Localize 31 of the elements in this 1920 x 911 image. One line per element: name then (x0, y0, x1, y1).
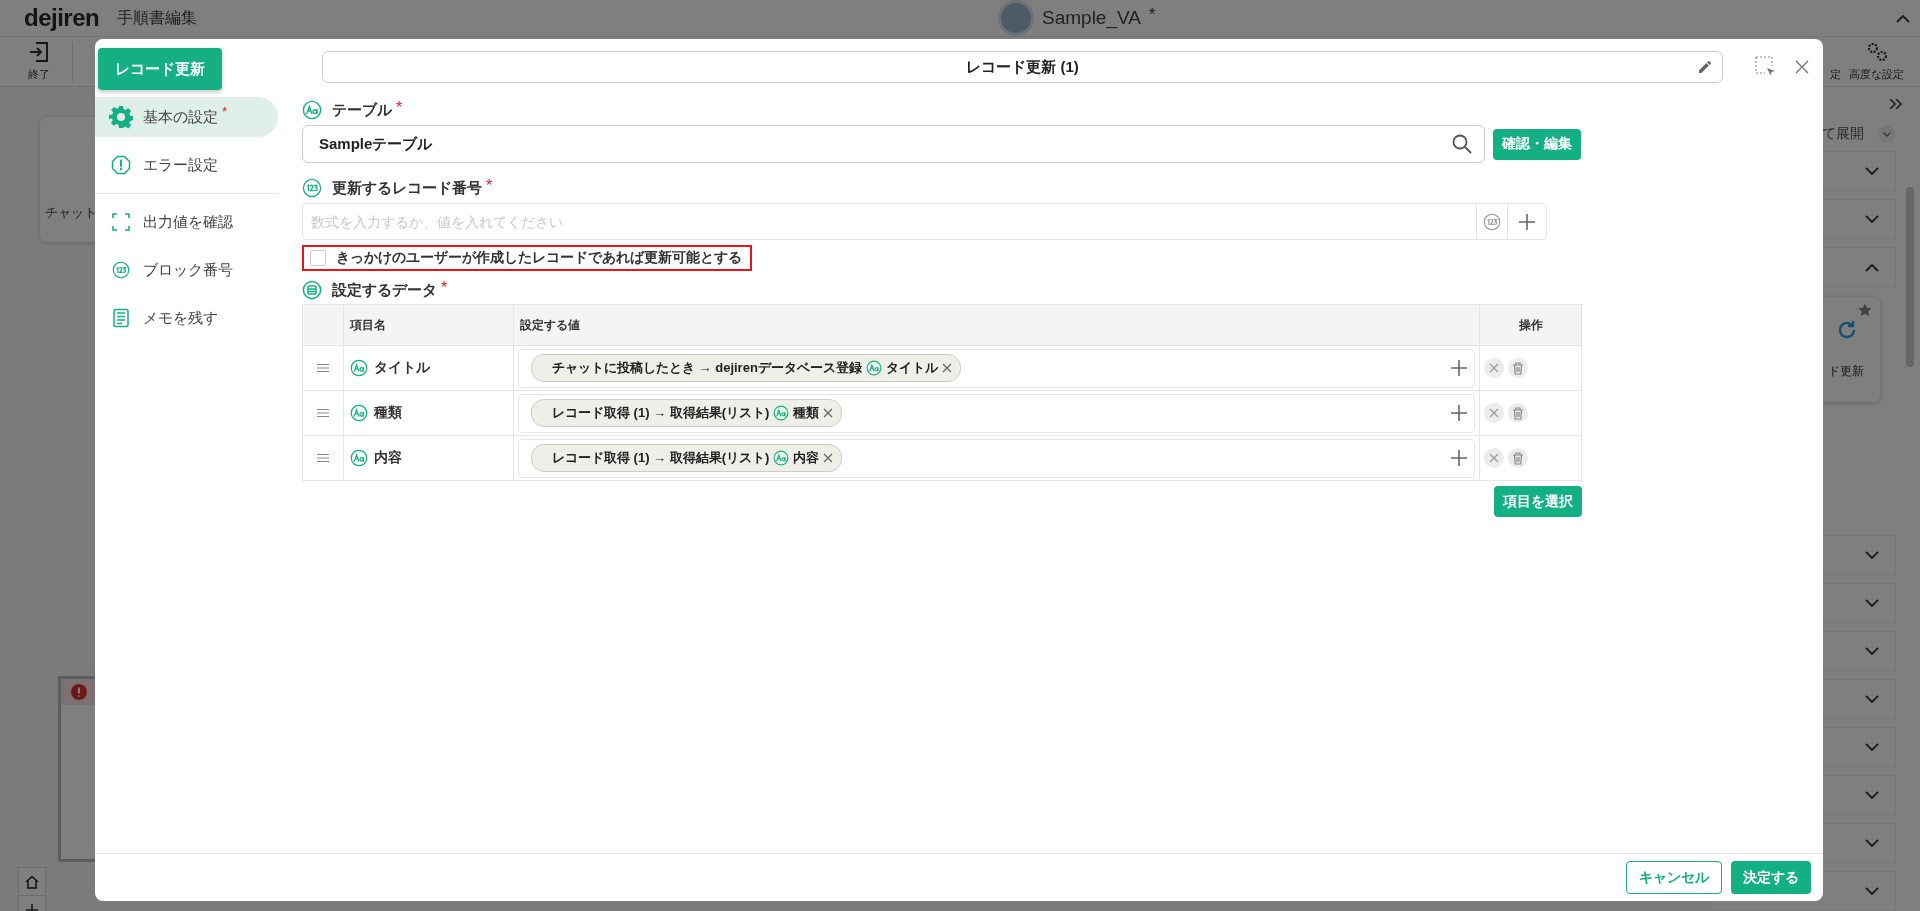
logo: dejiren (24, 4, 100, 32)
chip-field: タイトル (885, 359, 938, 377)
chip-source: レコード取得 (1) → 取得結果(リスト) (552, 449, 770, 467)
sidebar-label: エラー設定 (143, 155, 218, 175)
sidebar-label: ブロック番号 (143, 260, 233, 280)
sidebar-label: 出力値を確認 (143, 212, 233, 232)
field-label: 設定するデータ (332, 280, 437, 300)
bot-name: Sample_VA (1042, 7, 1141, 29)
block-label: ド更新 (1828, 363, 1864, 380)
chip-source: レコード取得 (1) → 取得結果(リスト) (552, 404, 770, 422)
required-mark: * (441, 279, 448, 297)
required-mark: * (396, 99, 403, 117)
required-mark: * (486, 177, 493, 195)
page-title: 手順書編集 (117, 7, 198, 28)
item-name: 種類 (374, 404, 402, 422)
item-name: タイトル (374, 359, 430, 377)
block-label: チャット (45, 204, 97, 222)
checkbox-label: きっかけのユーザーが作成したレコードであれば更新可能とする (336, 249, 742, 267)
chip-field: 種類 (793, 404, 820, 422)
sidebar-label: 基本の設定 (143, 107, 218, 127)
required-mark: * (222, 104, 228, 119)
column-header: 操作 (1480, 305, 1581, 346)
column-header: 項目名 (344, 305, 514, 346)
field-label: 更新するレコード番号 (332, 178, 482, 198)
field-label: テーブル (332, 100, 392, 120)
item-name: 内容 (374, 449, 402, 467)
column-header: 設定する値 (514, 305, 1480, 346)
chip-source: チャットに投稿したとき → dejirenデータベース登録 (552, 359, 862, 377)
sidebar-label: メモを残す (143, 308, 218, 328)
unsaved-mark: * (1148, 6, 1156, 24)
chip-field: 内容 (793, 449, 820, 467)
